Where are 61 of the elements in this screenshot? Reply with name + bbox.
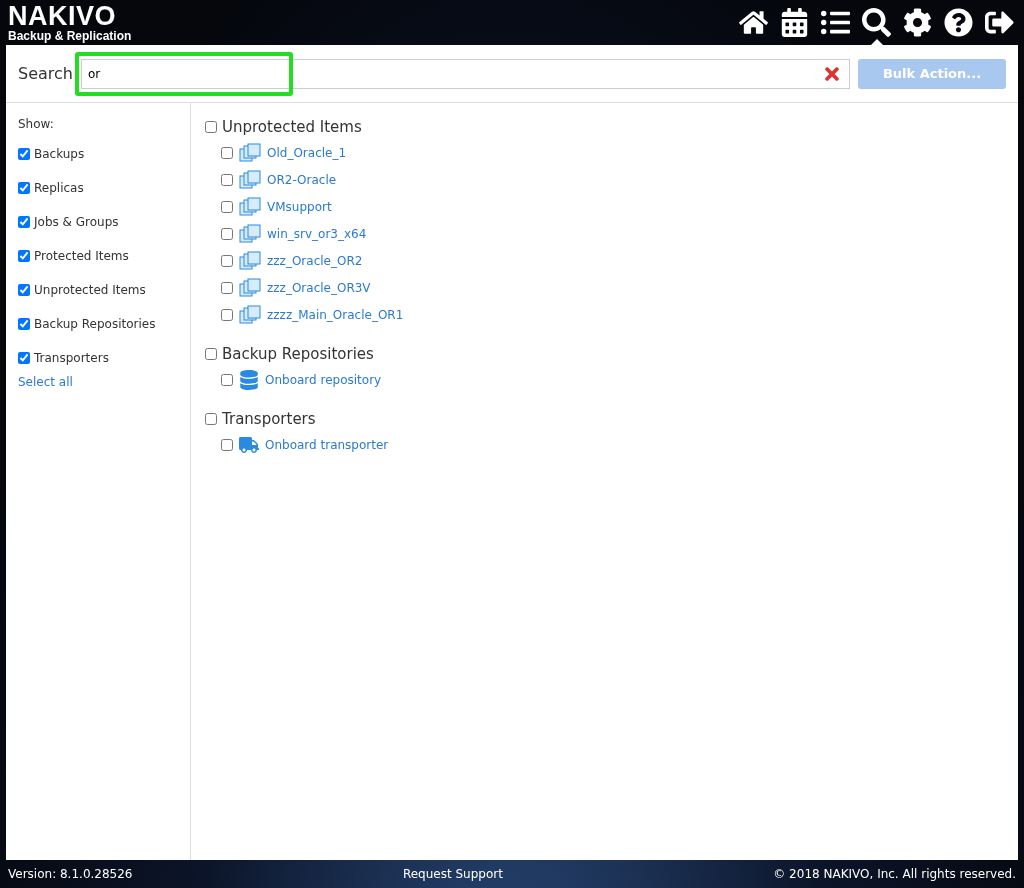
checkbox[interactable] <box>18 216 30 228</box>
vm-icon <box>239 250 261 271</box>
home-icon[interactable] <box>737 8 770 37</box>
checkbox[interactable] <box>18 352 30 364</box>
vm-icon <box>239 169 261 190</box>
checkbox[interactable] <box>18 250 30 262</box>
checkbox[interactable] <box>205 121 217 133</box>
group-title: Backup Repositories <box>222 345 374 363</box>
vm-icon <box>239 142 261 163</box>
search-icon[interactable] <box>860 8 893 37</box>
group-title: Unprotected Items <box>222 118 362 136</box>
checkbox[interactable] <box>221 227 233 240</box>
vm-icon <box>239 223 261 244</box>
logo-subtitle: Backup & Replication <box>8 30 132 42</box>
item-link[interactable]: Old_Oracle_1 <box>267 145 347 160</box>
item-link[interactable]: Onboard transporter <box>265 437 389 452</box>
checkbox[interactable] <box>205 348 217 360</box>
checkbox[interactable] <box>221 438 233 451</box>
checkbox[interactable] <box>221 200 233 213</box>
checkbox[interactable] <box>18 182 30 194</box>
filter-label: Unprotected Items <box>34 283 146 297</box>
item-link[interactable]: OR2-Oracle <box>267 172 337 187</box>
search-label: Search <box>18 64 73 83</box>
filter-label: Replicas <box>34 181 84 195</box>
item-link[interactable]: zzz_Oracle_OR3V <box>267 280 371 295</box>
help-icon[interactable] <box>942 8 975 37</box>
item-link[interactable]: zzzz_Main_Oracle_OR1 <box>267 307 404 322</box>
checkbox[interactable] <box>18 148 30 160</box>
list-icon[interactable] <box>819 8 852 37</box>
logo-title: NAKIVO <box>8 3 117 30</box>
settings-icon[interactable] <box>901 8 934 37</box>
select-all-link[interactable]: Select all <box>18 375 73 389</box>
item-link[interactable]: VMsupport <box>267 199 332 214</box>
version-text: Version: 8.1.0.28526 <box>8 867 133 881</box>
vm-icon <box>239 277 261 298</box>
checkbox[interactable] <box>221 308 233 321</box>
copyright-text: © 2018 NAKIVO, Inc. All rights reserved. <box>773 867 1016 881</box>
checkbox[interactable] <box>221 373 233 386</box>
vm-icon <box>239 304 261 325</box>
checkbox[interactable] <box>18 284 30 296</box>
truck-icon <box>239 434 259 455</box>
vm-icon <box>239 196 261 217</box>
item-link[interactable]: win_srv_or3_x64 <box>267 226 367 241</box>
filter-label: Protected Items <box>34 249 129 263</box>
checkbox[interactable] <box>221 173 233 186</box>
request-support-link[interactable]: Request Support <box>402 867 503 881</box>
checkbox[interactable] <box>18 318 30 330</box>
filter-label: Backups <box>34 147 85 161</box>
item-link[interactable]: Onboard repository <box>265 372 382 387</box>
database-icon <box>239 369 259 390</box>
checkbox[interactable] <box>221 146 233 159</box>
filter-label: Backup Repositories <box>34 317 156 331</box>
filter-label: Transporters <box>34 351 109 365</box>
group-title: Transporters <box>222 410 316 428</box>
show-label: Show: <box>18 117 55 131</box>
filter-label: Jobs & Groups <box>34 215 119 229</box>
item-link[interactable]: zzz_Oracle_OR2 <box>267 253 363 268</box>
checkbox[interactable] <box>205 413 217 425</box>
checkbox[interactable] <box>221 254 233 267</box>
checkbox[interactable] <box>221 281 233 294</box>
search-field[interactable]: or <box>80 58 850 89</box>
